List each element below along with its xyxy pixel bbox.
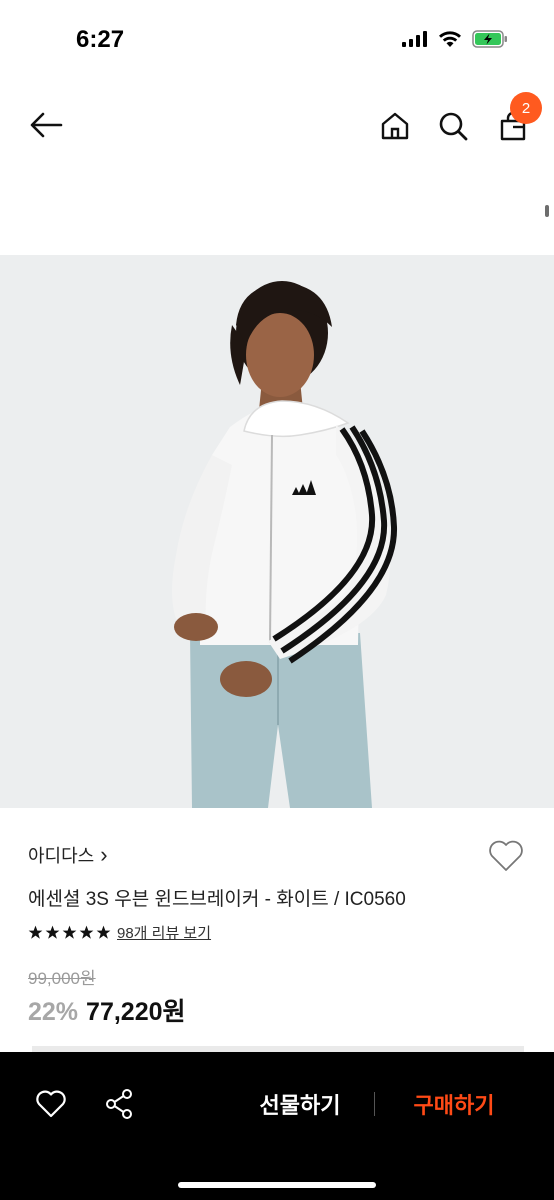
home-button[interactable] — [376, 107, 414, 145]
sale-price: 77,220원 — [86, 998, 186, 1026]
bottom-action-bar: 선물하기 구매하기 — [0, 1052, 554, 1200]
wishlist-button[interactable] — [484, 836, 528, 876]
status-icons — [402, 30, 508, 53]
status-time: 6:27 — [76, 26, 125, 53]
back-button[interactable] — [24, 107, 68, 143]
like-button[interactable] — [30, 1084, 72, 1124]
product-name: 에센셜 3S 우븐 윈드브레이커 - 화이트 / IC0560 — [28, 889, 406, 910]
cart-count-badge: 2 — [510, 92, 542, 124]
share-button[interactable] — [98, 1084, 140, 1124]
star-icon — [45, 925, 60, 939]
price-row: 22% 77,220원 — [28, 992, 186, 1028]
heart-outline-icon — [489, 840, 523, 871]
rating-stars — [28, 925, 111, 940]
discount-rate: 22% — [28, 998, 79, 1026]
wifi-icon — [438, 30, 462, 53]
status-bar: 6:27 — [0, 0, 554, 80]
home-icon — [381, 112, 409, 140]
rating-row: 98개 리뷰 보기 — [28, 922, 211, 943]
buy-button[interactable]: 구매하기 — [396, 1086, 512, 1122]
share-icon — [106, 1089, 132, 1119]
battery-charging-icon — [472, 30, 508, 53]
gift-button[interactable]: 선물하기 — [240, 1086, 360, 1122]
home-indicator[interactable] — [178, 1182, 376, 1188]
star-icon — [28, 925, 43, 939]
product-photo-windbreaker — [0, 255, 554, 808]
search-button[interactable] — [434, 107, 472, 145]
cellular-signal-icon — [402, 31, 428, 52]
scroll-indicator — [545, 205, 549, 217]
brand-name: 아디다스 — [28, 846, 95, 866]
product-image[interactable] — [0, 255, 554, 808]
top-navigation — [0, 95, 554, 157]
review-link[interactable]: 98개 리뷰 보기 — [117, 922, 211, 943]
star-icon — [96, 925, 111, 939]
original-price: 99,000원 — [28, 969, 96, 988]
button-separator — [374, 1092, 375, 1116]
chevron-right-icon: › — [100, 842, 108, 867]
star-icon — [62, 925, 77, 939]
search-icon — [439, 112, 468, 141]
brand-link[interactable]: 아디다스 › — [28, 842, 108, 868]
back-arrow-icon — [30, 112, 63, 138]
star-icon — [79, 925, 94, 939]
heart-icon — [36, 1090, 66, 1118]
